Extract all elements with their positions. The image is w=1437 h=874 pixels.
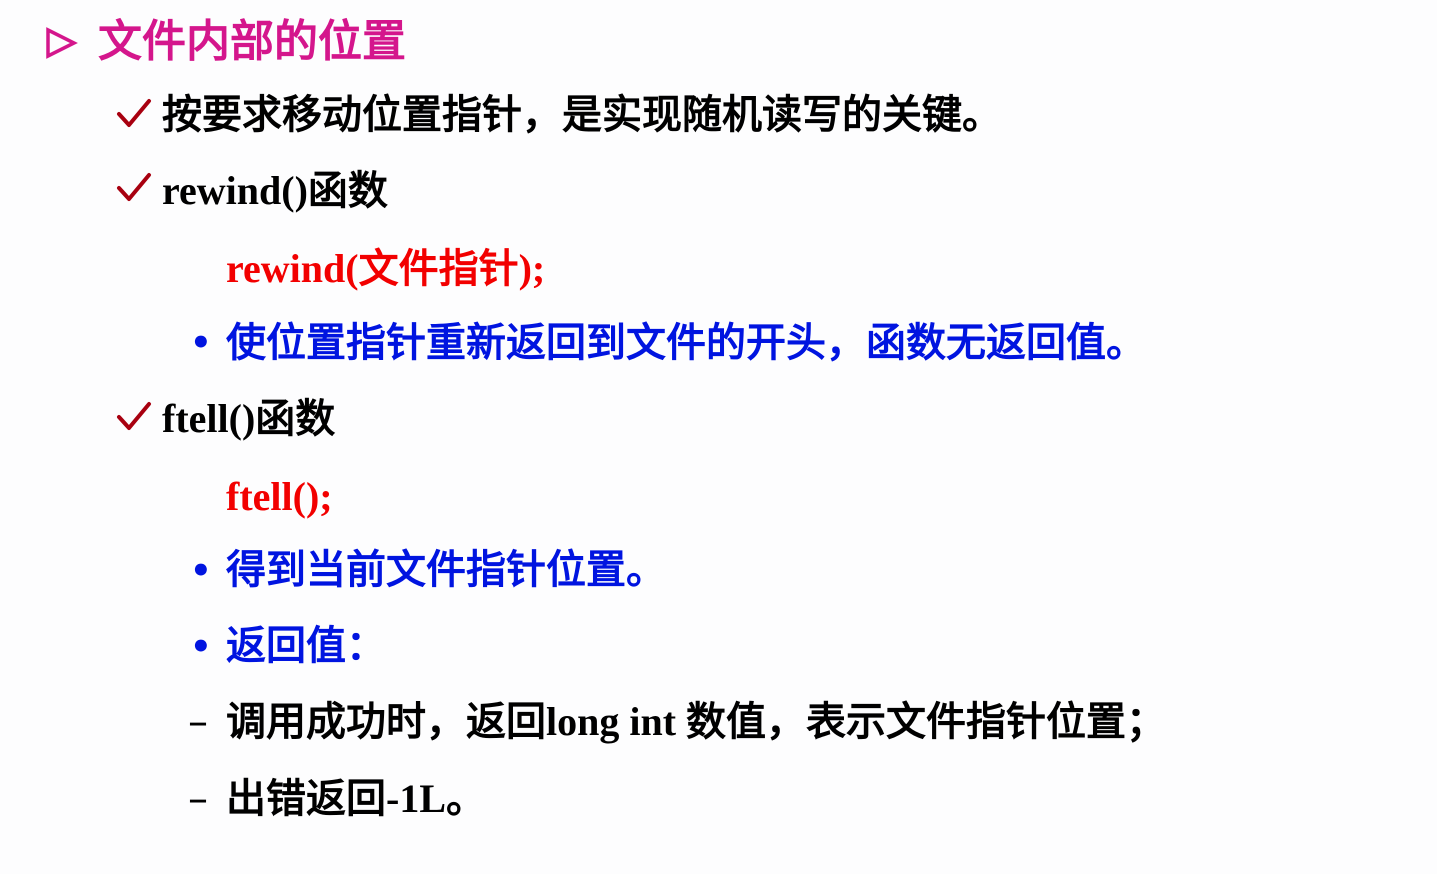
bullet-dot: • [190, 551, 212, 591]
item-rewind-title: rewind()函数 [162, 168, 388, 214]
ftell-return-label: 返回值： [226, 623, 386, 669]
ftell-usage: ftell(); [226, 474, 333, 519]
ftell-code: ftell() [162, 396, 256, 441]
return-error-b: 。 [446, 776, 486, 822]
item-ftell-title: ftell()函数 [162, 396, 336, 442]
return-success-b: 数值，表示文件指针位置； [686, 699, 1167, 745]
dash-marker: – [188, 776, 208, 822]
rewind-usage: rewind(文件指针); [226, 246, 546, 292]
ftell-func-label: 函数 [255, 396, 336, 442]
dash-marker: – [188, 699, 208, 745]
checkmark-icon [117, 173, 151, 201]
checkmark-icon [117, 402, 151, 430]
ftell-description: 得到当前文件指针位置。 [226, 547, 666, 593]
rewind-usage-code-a: rewind( [226, 246, 359, 291]
bullet-dot: • [190, 627, 212, 667]
rewind-description: 使位置指针重新返回到文件的开头，函数无返回值。 [226, 320, 1146, 366]
return-success-a: 调用成功时，返回 [226, 699, 546, 745]
return-success-code: long int [546, 699, 687, 744]
rewind-usage-arg: 文件指针 [358, 246, 519, 292]
rewind-code: rewind() [162, 168, 308, 213]
checkmark-icon [117, 99, 151, 127]
item-move-pointer: 按要求移动位置指针，是实现随机读写的关键。 [162, 92, 1002, 138]
bullet-dot: • [190, 323, 212, 363]
rewind-usage-code-b: ); [518, 246, 546, 291]
return-error-code: -1L [386, 776, 446, 821]
slide: 文件内部的位置 按要求移动位置指针，是实现随机读写的关键。 rewind()函数… [0, 0, 1437, 874]
rewind-func-label: 函数 [307, 168, 388, 214]
return-success: 调用成功时，返回long int 数值，表示文件指针位置； [226, 699, 1167, 745]
return-error-a: 出错返回 [226, 776, 386, 822]
triangle-right-outline-icon [46, 27, 78, 59]
section-heading: 文件内部的位置 [98, 16, 406, 67]
return-error: 出错返回-1L。 [226, 776, 486, 822]
